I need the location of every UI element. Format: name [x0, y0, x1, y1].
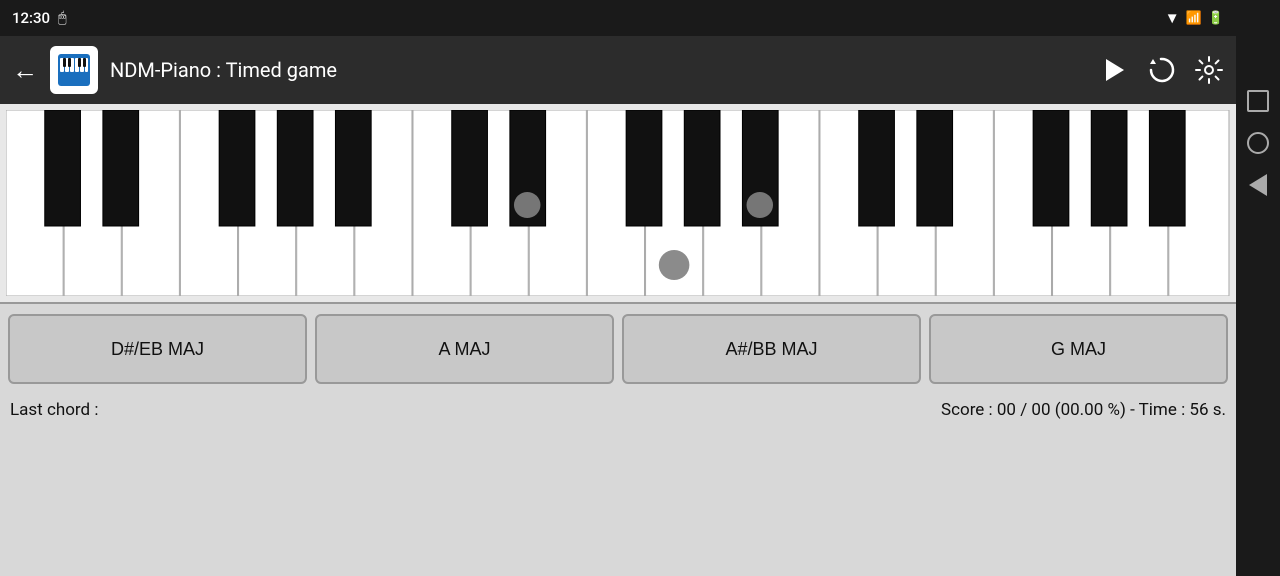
recent-apps-icon[interactable]: [1247, 90, 1269, 112]
time-display: 12:30: [12, 9, 50, 27]
chord-button-4[interactable]: G MAJ: [929, 314, 1228, 384]
piano-svg[interactable]: .wk { fill: white; stroke: #aaa; stroke-…: [6, 110, 1230, 296]
last-chord-label: Last chord :: [10, 400, 98, 420]
chord-buttons: D#/EB MAJ A MAJ A#/BB MAJ G MAJ: [0, 304, 1236, 394]
play-button[interactable]: [1098, 55, 1128, 85]
signal-icon: 📶: [1186, 11, 1202, 26]
wifi-icon: ▼: [1165, 9, 1180, 27]
right-sidebar: [1236, 0, 1280, 576]
piano-container: .wk { fill: white; stroke: #aaa; stroke-…: [0, 104, 1236, 304]
back-button[interactable]: ←: [12, 55, 38, 86]
info-bar: Last chord : Score : 00 / 00 (00.00 %) -…: [0, 394, 1236, 426]
chord-button-2[interactable]: A MAJ: [315, 314, 614, 384]
top-bar: ← NDM-Piano : Timed game: [0, 36, 1236, 104]
status-bar: 12:30 🖱 ▼ 📶 🔋: [0, 0, 1236, 36]
top-actions: [1098, 55, 1224, 85]
app-icon: [50, 46, 98, 94]
sim-icon: 🖱: [58, 10, 66, 26]
piano-wrapper: .wk { fill: white; stroke: #aaa; stroke-…: [6, 110, 1230, 296]
chord-button-3[interactable]: A#/BB MAJ: [622, 314, 921, 384]
app-title: NDM-Piano : Timed game: [110, 58, 1086, 82]
home-icon[interactable]: [1247, 132, 1269, 154]
settings-button[interactable]: [1194, 55, 1224, 85]
replay-button[interactable]: [1146, 55, 1176, 85]
score-text: Score : 00 / 00 (00.00 %) - Time : 56 s.: [941, 400, 1226, 420]
battery-icon: 🔋: [1208, 11, 1224, 26]
back-nav-icon[interactable]: [1249, 174, 1267, 196]
chord-button-1[interactable]: D#/EB MAJ: [8, 314, 307, 384]
